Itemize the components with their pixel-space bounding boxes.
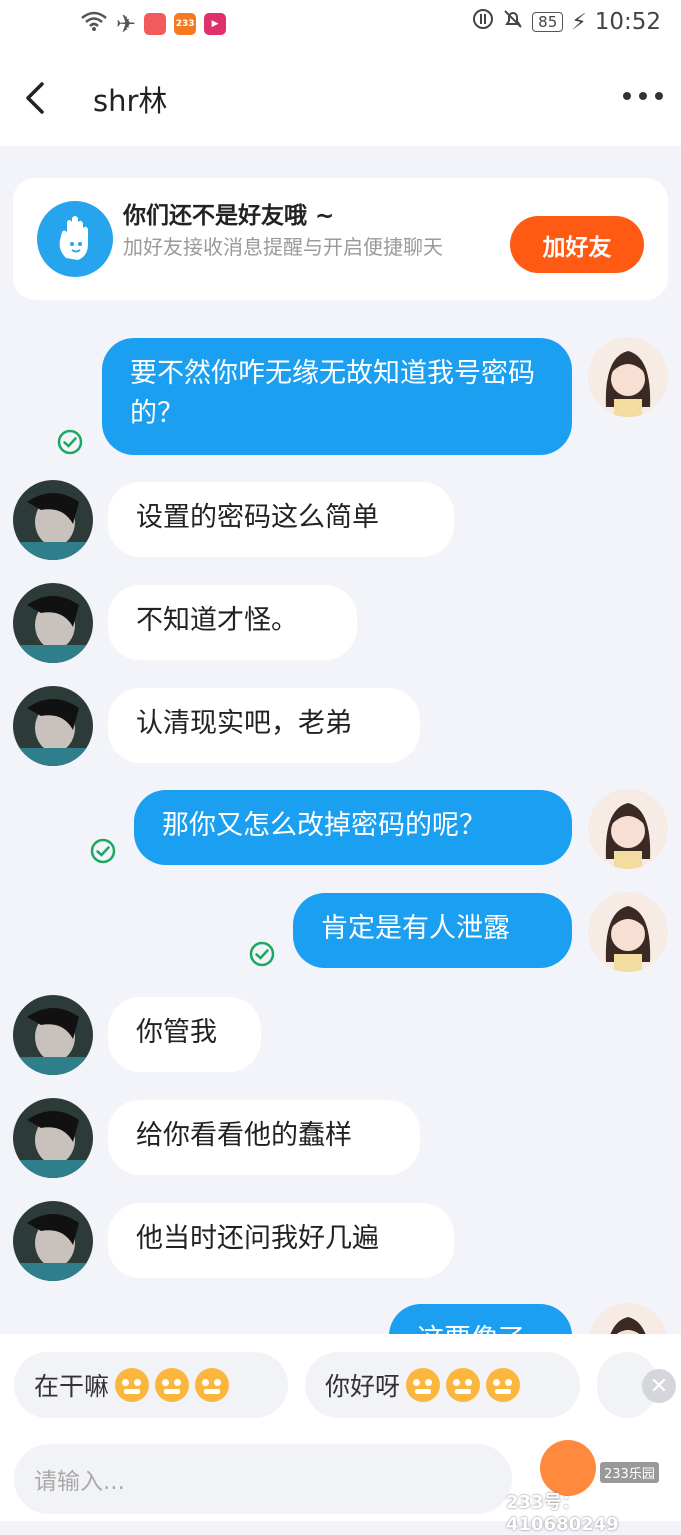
video-app-icon: ▶ (204, 13, 227, 35)
message-bubble-incoming[interactable]: 你管我 (108, 997, 261, 1072)
input-placeholder: 请输入... (34, 1469, 125, 1495)
status-right: 85 ⚡ 10:52 (472, 8, 661, 36)
my-avatar[interactable] (588, 337, 668, 417)
message-bubble-incoming[interactable]: 认清现实吧，老弟 (108, 688, 420, 763)
grin-emoji-icon (155, 1368, 190, 1402)
grin-emoji-icon (115, 1368, 150, 1402)
friend-card-title: 你们还不是好友哦 ~ (123, 203, 335, 229)
quick-reply-text: 你好呀 (325, 1372, 401, 1401)
contact-avatar[interactable] (13, 1201, 93, 1281)
more-options-button[interactable] (623, 88, 663, 104)
read-check-icon (57, 429, 83, 455)
contact-avatar[interactable] (13, 686, 93, 766)
friend-card-subtitle: 加好友接收消息提醒与开启便捷聊天 (123, 235, 443, 259)
battery-indicator: 85 (532, 12, 564, 32)
quick-reply-chip[interactable]: 在干嘛 (14, 1352, 288, 1418)
add-friend-button[interactable]: 加好友 (510, 216, 644, 273)
monkey-emoji-icon (486, 1368, 521, 1402)
airplane-icon: ✈ (116, 10, 137, 38)
mute-bell-icon (502, 8, 524, 36)
wifi-icon (80, 10, 108, 38)
hand-wave-icon (37, 201, 113, 277)
dot-icon (655, 92, 663, 100)
message-bubble-outgoing[interactable]: 肯定是有人泄露 (293, 893, 572, 968)
contact-avatar[interactable] (13, 583, 93, 663)
message-bubble-outgoing[interactable]: 那你又怎么改掉密码的呢？ (134, 790, 572, 865)
message-bubble-incoming[interactable]: 给你看看他的蠢样 (108, 1100, 420, 1175)
status-bar: ✈ 233 ▶ 85 ⚡ 10:52 (0, 0, 681, 48)
quick-reply-text: 在干嘛 (34, 1372, 110, 1401)
dot-icon (639, 92, 647, 100)
my-avatar[interactable] (588, 789, 668, 869)
read-check-icon (249, 941, 275, 967)
close-icon[interactable]: ✕ (642, 1369, 676, 1403)
message-bubble-incoming[interactable]: 不知道才怪。 (108, 585, 357, 660)
clock: 10:52 (594, 9, 661, 35)
add-friend-card: 你们还不是好友哦 ~ 加好友接收消息提醒与开启便捷聊天 加好友 (13, 178, 668, 300)
contact-avatar[interactable] (13, 995, 93, 1075)
shop-app-icon (144, 13, 167, 35)
quick-reply-chip[interactable]: 你好呀 (305, 1352, 580, 1418)
watermark-text: 233号：410680249 (506, 1492, 619, 1535)
chat-title: shr林 (93, 84, 168, 118)
message-bubble-incoming[interactable]: 他当时还问我好几遍 (108, 1203, 454, 1278)
back-button[interactable] (18, 78, 54, 118)
message-bubble-incoming[interactable]: 设置的密码这么简单 (108, 482, 454, 557)
read-check-icon (90, 838, 116, 864)
watermark-logo: 233乐园 (600, 1462, 659, 1483)
my-avatar[interactable] (588, 892, 668, 972)
contact-avatar[interactable] (13, 1098, 93, 1178)
chevron-left-icon (26, 82, 44, 114)
monkey-emoji-icon (446, 1368, 481, 1402)
charging-icon: ⚡ (571, 9, 587, 35)
data-icon (472, 8, 494, 36)
contact-avatar[interactable] (13, 480, 93, 560)
message-bubble-outgoing[interactable]: 要不然你咋无缘无故知道我号密码的？ (102, 338, 572, 455)
grin-emoji-icon (195, 1368, 230, 1402)
dot-icon (623, 92, 631, 100)
monkey-emoji-icon (406, 1368, 441, 1402)
message-input[interactable]: 请输入... (14, 1444, 512, 1514)
app-233-icon: 233 (174, 13, 197, 35)
chat-header: shr林 (0, 48, 681, 146)
status-left-icons: ✈ 233 ▶ (80, 10, 227, 38)
